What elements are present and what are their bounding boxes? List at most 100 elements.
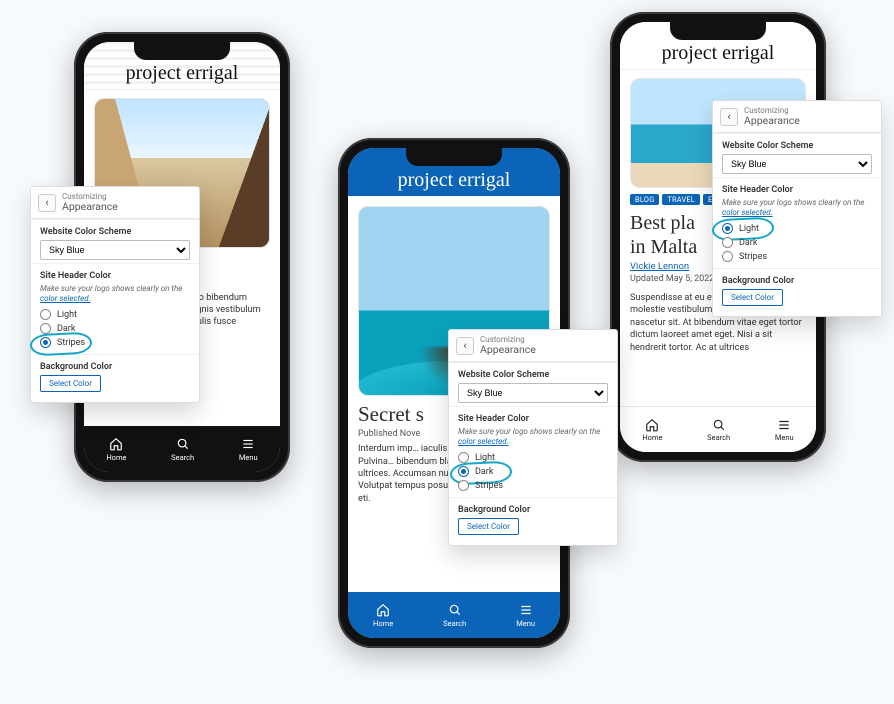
help-text: Make sure your logo shows clearly on the (458, 427, 600, 436)
nav-menu[interactable]: Menu (516, 603, 535, 628)
radio-stripes[interactable]: Stripes (40, 337, 190, 348)
section-color-scheme: Website Color Scheme Sky Blue (31, 219, 199, 263)
radio-icon (40, 337, 51, 348)
radio-dark[interactable]: Dark (458, 466, 608, 477)
radio-label: Light (57, 310, 77, 320)
nav-home-label: Home (642, 433, 662, 442)
radio-label: Dark (57, 324, 75, 334)
article-title-line1: Best pla (630, 212, 695, 234)
radio-light[interactable]: Light (40, 309, 190, 320)
search-icon (447, 603, 462, 618)
radio-icon (40, 309, 51, 320)
help-link[interactable]: color selected. (458, 437, 509, 446)
customizer-panel-2: ‹ Customizing Appearance Website Color S… (448, 329, 618, 546)
help-link[interactable]: color selected. (40, 294, 91, 303)
panel-head-text: Customizing Appearance (62, 192, 118, 213)
section-color-scheme: Website Color Scheme Sky Blue (449, 362, 617, 406)
scheme-label: Website Color Scheme (458, 370, 608, 380)
chevron-left-icon: ‹ (463, 339, 466, 352)
back-button[interactable]: ‹ (456, 337, 474, 355)
radio-label: Stripes (475, 481, 503, 491)
search-icon (175, 437, 190, 452)
menu-icon (777, 417, 792, 432)
home-icon (645, 417, 660, 432)
tag[interactable]: BLOG (630, 194, 659, 205)
tag[interactable]: TRAVEL (662, 194, 700, 205)
panel-title: Appearance (480, 344, 536, 356)
menu-icon (518, 603, 533, 618)
radio-label: Dark (475, 467, 493, 477)
select-color-button[interactable]: Select Color (40, 375, 101, 392)
select-color-button[interactable]: Select Color (722, 289, 783, 306)
brand-logo: project errigal (126, 62, 239, 85)
nav-home-label: Home (373, 619, 393, 628)
bg-label: Background Color (458, 505, 608, 515)
header-color-label: Site Header Color (722, 185, 872, 195)
back-button[interactable]: ‹ (38, 194, 56, 212)
nav-search-label: Search (707, 433, 730, 442)
radio-icon (722, 251, 733, 262)
customizer-panel-3: ‹ Customizing Appearance Website Color S… (712, 100, 882, 317)
section-background-color: Background Color Select Color (449, 497, 617, 545)
bottom-nav: Home Search Menu (84, 426, 280, 472)
panel-header: ‹ Customizing Appearance (713, 101, 881, 133)
brand-logo: project errigal (398, 169, 511, 192)
radio-label: Stripes (57, 338, 85, 348)
nav-search[interactable]: Search (707, 417, 730, 442)
nav-menu[interactable]: Menu (239, 437, 258, 462)
home-icon (109, 437, 124, 452)
panel-header: ‹ Customizing Appearance (449, 330, 617, 362)
nav-home[interactable]: Home (642, 417, 662, 442)
home-icon (376, 603, 391, 618)
scheme-select[interactable]: Sky Blue (40, 240, 190, 260)
scheme-label: Website Color Scheme (40, 227, 190, 237)
nav-search[interactable]: Search (171, 437, 194, 462)
nav-menu[interactable]: Menu (775, 417, 794, 442)
nav-menu-label: Menu (775, 433, 794, 442)
panel-title: Appearance (744, 115, 800, 127)
radio-light[interactable]: Light (458, 452, 608, 463)
panel-head-text: Customizing Appearance (744, 106, 800, 127)
chevron-left-icon: ‹ (45, 196, 48, 209)
back-button[interactable]: ‹ (720, 108, 738, 126)
author-link[interactable]: Vickie Lennon (630, 261, 689, 272)
radio-stripes[interactable]: Stripes (458, 480, 608, 491)
radio-icon (722, 237, 733, 248)
help-link[interactable]: color selected. (722, 208, 773, 217)
section-header-color: Site Header Color Make sure your logo sh… (449, 406, 617, 497)
scheme-label: Website Color Scheme (722, 141, 872, 151)
radio-label: Dark (739, 238, 757, 248)
nav-home[interactable]: Home (373, 603, 393, 628)
radio-dark[interactable]: Dark (40, 323, 190, 334)
header-color-help: Make sure your logo shows clearly on the… (722, 198, 872, 218)
radio-icon (40, 323, 51, 334)
article-title-line2: in Malta (630, 236, 697, 258)
panel-header: ‹ Customizing Appearance (31, 187, 199, 219)
select-color-button[interactable]: Select Color (458, 518, 519, 535)
radio-light[interactable]: Light (722, 223, 872, 234)
radio-stripes[interactable]: Stripes (722, 251, 872, 262)
menu-icon (241, 437, 256, 452)
header-color-label: Site Header Color (458, 414, 608, 424)
nav-search[interactable]: Search (443, 603, 466, 628)
help-text: Make sure your logo shows clearly on the (40, 284, 182, 293)
radio-icon (458, 466, 469, 477)
section-background-color: Background Color Select Color (713, 268, 881, 316)
app-header: project errigal (620, 22, 816, 70)
header-color-help: Make sure your logo shows clearly on the… (40, 284, 190, 304)
bottom-nav: Home Search Menu (620, 406, 816, 452)
nav-menu-label: Menu (516, 619, 535, 628)
header-color-label: Site Header Color (40, 271, 190, 281)
scheme-select[interactable]: Sky Blue (458, 383, 608, 403)
chevron-left-icon: ‹ (727, 110, 730, 123)
bottom-nav: Home Search Menu (348, 592, 560, 638)
header-color-help: Make sure your logo shows clearly on the… (458, 427, 608, 447)
nav-home[interactable]: Home (106, 437, 126, 462)
nav-search-label: Search (443, 619, 466, 628)
panel-title: Appearance (62, 201, 118, 213)
app-header: project errigal (84, 42, 280, 90)
radio-label: Light (475, 453, 495, 463)
scheme-select[interactable]: Sky Blue (722, 154, 872, 174)
radio-dark[interactable]: Dark (722, 237, 872, 248)
app-header: project errigal (348, 148, 560, 196)
